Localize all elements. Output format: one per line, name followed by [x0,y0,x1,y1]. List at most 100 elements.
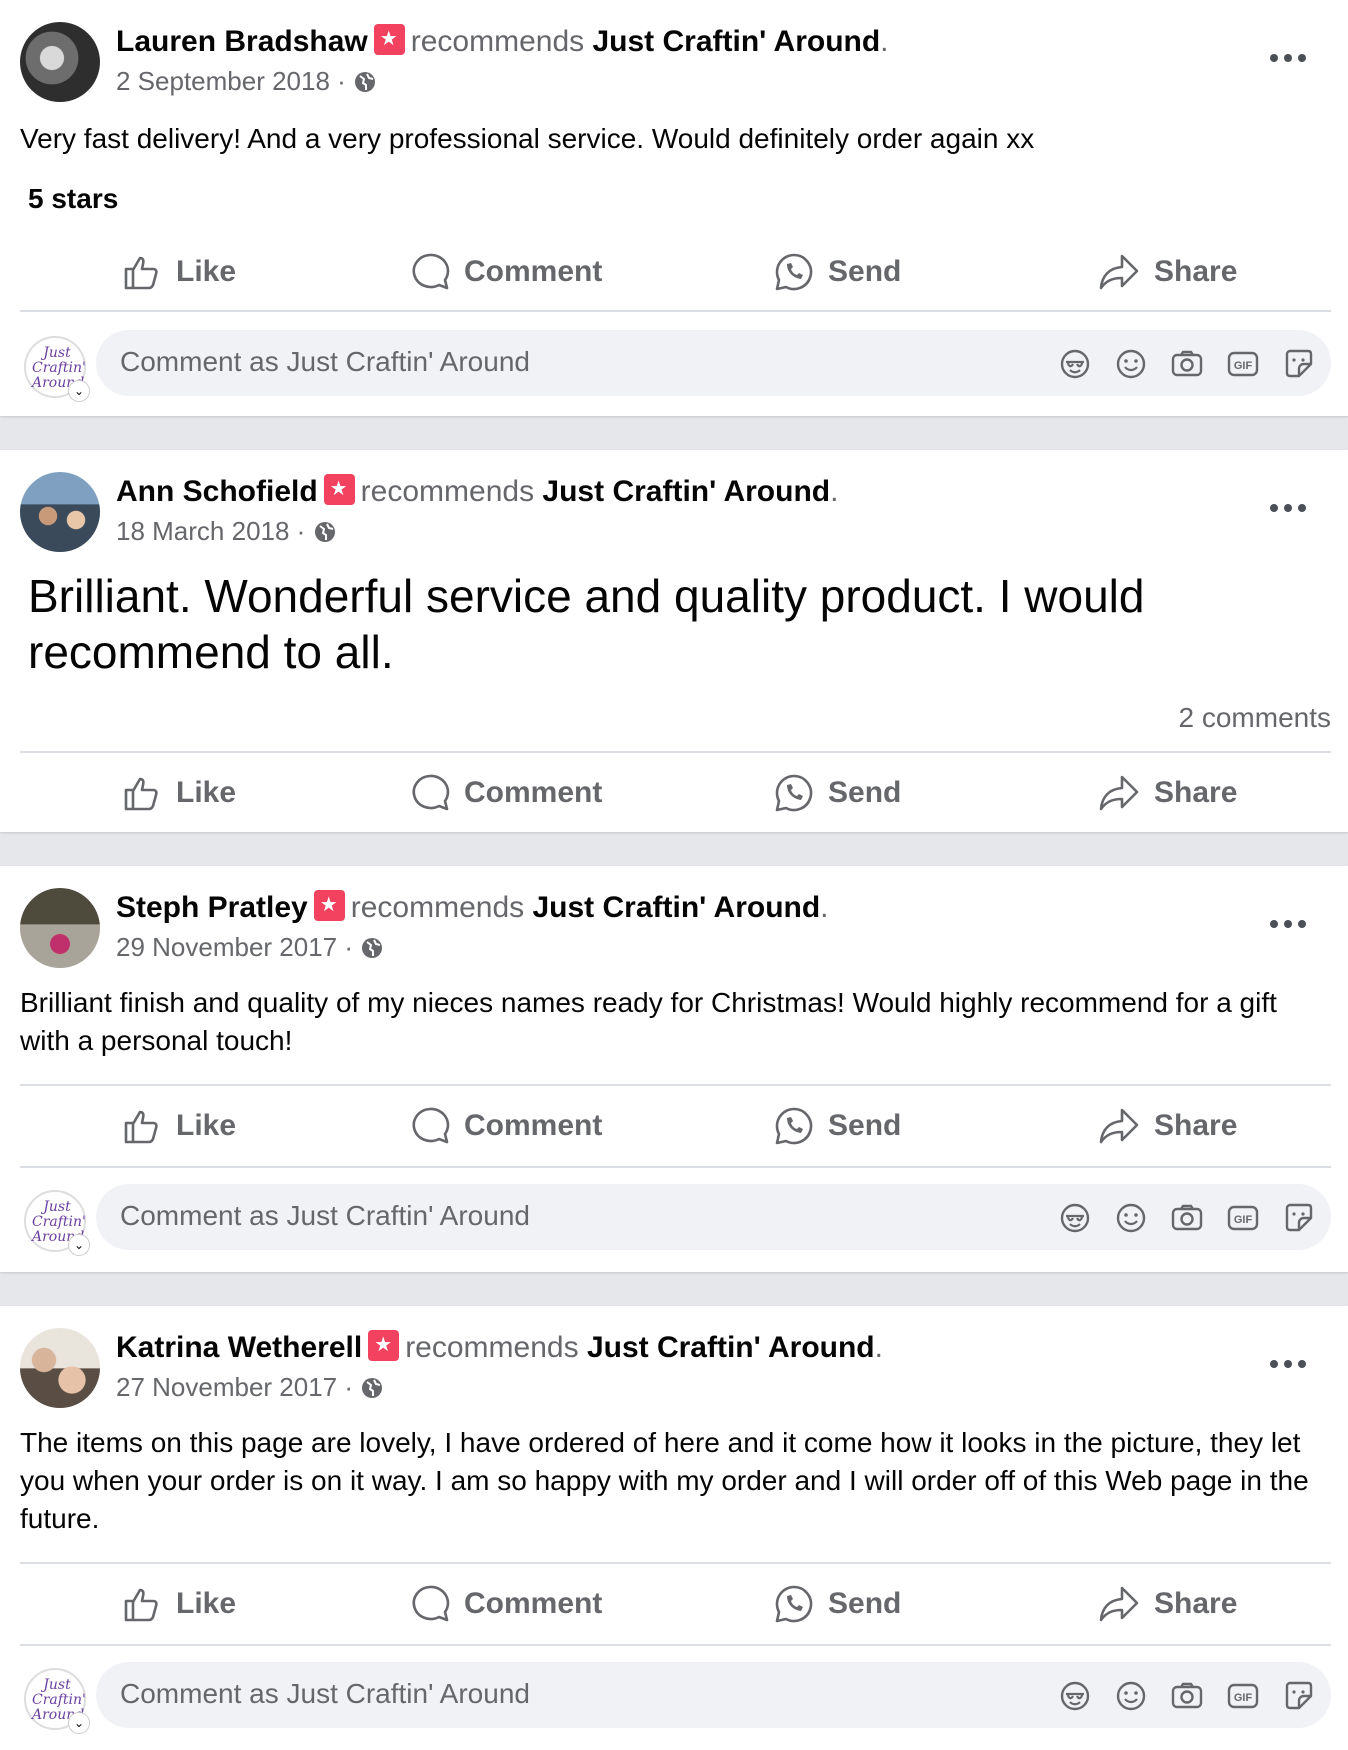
comment-button[interactable]: Comment [410,1086,602,1166]
post-text: Brilliant finish and quality of my niece… [20,987,1277,1056]
emoji-icon[interactable] [1113,1678,1149,1714]
like-button[interactable]: Like [122,753,236,833]
more-options-icon[interactable] [1268,48,1308,68]
post-date[interactable]: 29 November 2017 [116,932,337,962]
more-options-icon[interactable] [1268,914,1308,934]
comment-bubble-icon [412,253,450,290]
recommend-star-icon [368,1330,400,1361]
page-avatar[interactable]: Just Craftin' Around ⌄ [24,336,90,402]
page-name-link[interactable]: Just Craftin' Around [532,891,820,924]
page-avatar[interactable]: Just Craftin' Around ⌄ [24,1190,90,1256]
author-name[interactable]: Steph Pratley [116,891,308,924]
author-name[interactable]: Lauren Bradshaw [116,25,368,58]
sticker-icon[interactable] [1281,1678,1317,1714]
whatsapp-icon [775,1107,813,1145]
comment-input[interactable] [120,1196,880,1236]
sticker-icon[interactable] [1281,346,1317,382]
send-label: Send [828,776,902,809]
post-card: Lauren Bradshaw recommends Just Craftin' … [0,0,1348,416]
post-date[interactable]: 27 November 2017 [116,1372,337,1402]
author-name[interactable]: Ann Schofield [116,475,318,508]
share-label: Share [1154,255,1238,288]
more-options-icon[interactable] [1268,498,1308,518]
sticker-icon[interactable] [1281,1200,1317,1236]
send-button[interactable]: Send [774,753,901,833]
share-arrow-icon [1099,775,1139,811]
period: . [820,891,829,924]
recommend-star-icon [323,474,355,505]
comments-count-link[interactable]: 2 comments [1179,702,1332,734]
chevron-down-icon[interactable]: ⌄ [68,380,90,402]
post-date[interactable]: 2 September 2018 [116,66,330,96]
camera-icon[interactable] [1169,346,1205,382]
like-button[interactable]: Like [122,232,236,312]
post-date[interactable]: 18 March 2018 [116,516,289,546]
page-avatar[interactable]: Just Craftin' Around ⌄ [24,1668,90,1734]
page-name-link[interactable]: Just Craftin' Around [542,475,830,508]
recommends-word: recommends [350,891,525,924]
camera-icon[interactable] [1169,1678,1205,1714]
author-avatar[interactable] [20,22,100,102]
period: . [830,475,839,508]
comment-input[interactable] [120,342,880,382]
post-text: Brilliant. Wonderful service and quality… [28,570,1145,678]
share-button[interactable]: Share [1098,1086,1237,1166]
emoji-icon[interactable] [1113,1200,1149,1236]
avatar-sticker-icon[interactable] [1057,1678,1093,1714]
comment-input[interactable] [120,1674,880,1714]
gif-icon[interactable]: GIF [1225,346,1261,382]
author-avatar[interactable] [20,1328,100,1408]
share-arrow-icon [1099,1586,1139,1622]
post-header: Ann Schofield recommends Just Craftin' Ar… [116,474,838,509]
globe-icon [314,522,335,542]
recommend-star-icon [313,890,345,921]
chevron-down-icon[interactable]: ⌄ [68,1712,90,1734]
share-button[interactable]: Share [1098,1564,1237,1644]
author-avatar[interactable] [20,888,100,968]
camera-icon[interactable] [1169,1200,1205,1236]
action-bar: Like Comment Send Share [20,753,1331,833]
comment-icons: GIF [1057,1200,1317,1236]
share-button[interactable]: Share [1098,232,1237,312]
comment-button[interactable]: Comment [410,753,602,833]
gif-icon[interactable]: GIF [1225,1200,1261,1236]
comment-composer: Just Craftin' Around⌄ GIF [20,1662,1331,1736]
send-button[interactable]: Send [774,1564,901,1644]
comment-input-wrapper: GIF [96,1662,1331,1728]
like-label: Like [176,255,237,288]
chevron-down-icon[interactable]: ⌄ [68,1234,90,1256]
page-name-link[interactable]: Just Craftin' Around [587,1331,875,1364]
post-card: Steph Pratley recommends Just Craftin' Ar… [0,866,1348,1272]
svg-text:GIF: GIF [1234,1214,1253,1226]
divider [20,1166,1331,1168]
avatar-sticker-icon[interactable] [1057,346,1093,382]
globe-icon [362,938,383,958]
post-header: Katrina Wetherell recommends Just Craftin… [116,1330,883,1365]
comment-input-wrapper: GIF [96,1184,1331,1250]
avatar-sticker-icon[interactable] [1057,1200,1093,1236]
emoji-icon[interactable] [1113,346,1149,382]
send-label: Send [828,1109,902,1142]
post-date-line: 29 November 2017 · [116,932,384,963]
comment-button[interactable]: Comment [410,232,602,312]
comment-label: Comment [464,255,603,288]
comment-composer: Just Craftin' Around⌄ GIF [20,330,1331,404]
like-button[interactable]: Like [122,1564,236,1644]
post-text: Very fast delivery! And a very professio… [20,123,1035,154]
post-card: Ann Schofield recommends Just Craftin' Ar… [0,450,1348,832]
comment-button[interactable]: Comment [410,1564,602,1644]
gif-icon[interactable]: GIF [1225,1678,1261,1714]
author-name[interactable]: Katrina Wetherell [116,1331,362,1364]
comment-input-wrapper: GIF [96,330,1331,396]
thumbs-up-icon [124,1110,158,1144]
comment-label: Comment [464,1587,603,1620]
like-button[interactable]: Like [122,1086,236,1166]
more-options-icon[interactable] [1268,1354,1308,1374]
share-button[interactable]: Share [1098,753,1237,833]
author-avatar[interactable] [20,472,100,552]
comment-icons: GIF [1057,346,1317,382]
send-button[interactable]: Send [774,232,901,312]
comment-bubble-icon [412,1585,450,1622]
send-button[interactable]: Send [774,1086,901,1166]
page-name-link[interactable]: Just Craftin' Around [592,25,880,58]
